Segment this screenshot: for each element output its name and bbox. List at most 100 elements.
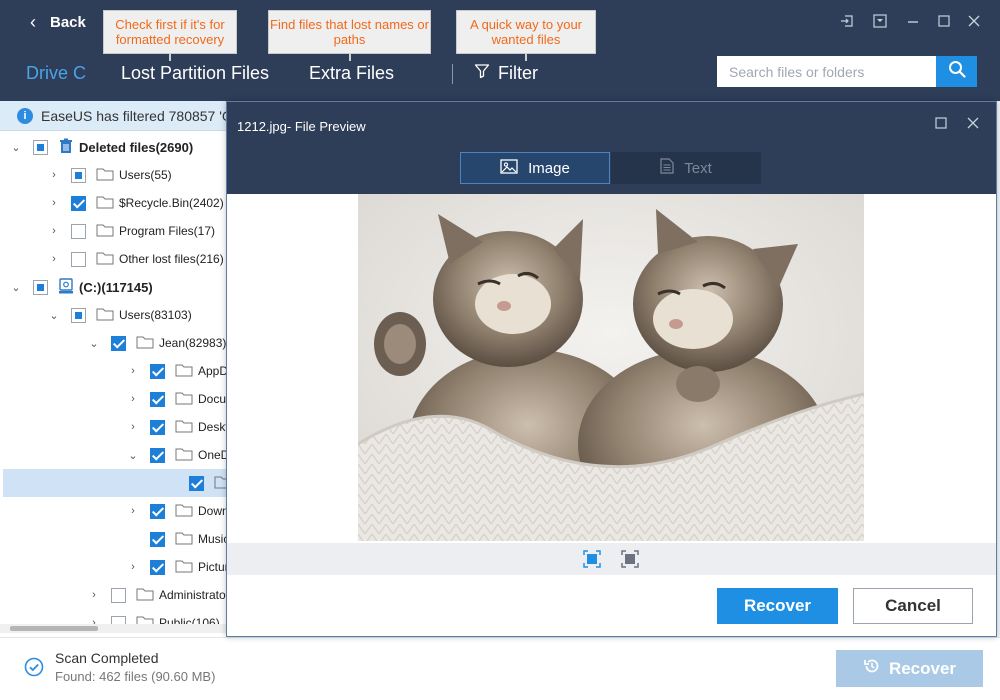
tree-row-label: Jean(82983) <box>159 336 226 350</box>
tree-row-label: Program Files(17) <box>119 224 216 238</box>
tree-checkbox[interactable] <box>150 503 165 519</box>
tree-checkbox[interactable] <box>71 223 86 239</box>
tree-checkbox[interactable] <box>150 363 165 379</box>
scrollbar-thumb[interactable] <box>10 626 98 631</box>
folder-icon <box>96 251 114 268</box>
tab-text-label: Text <box>684 159 712 177</box>
exit-icon[interactable] <box>838 14 856 31</box>
close-icon[interactable] <box>967 116 979 132</box>
folder-icon <box>96 167 114 184</box>
kittens-photo <box>358 194 864 541</box>
tree-row-drive-c[interactable]: ⌄ (C:)(117145) <box>0 273 226 301</box>
tree-row-label: (C:)(117145) <box>79 279 153 295</box>
tree-checkbox[interactable] <box>33 139 48 155</box>
tree-checkbox[interactable] <box>71 195 86 211</box>
tree-row[interactable]: › Documents <box>0 385 226 413</box>
chevron-left-icon: ‹ <box>30 12 36 32</box>
collapse-arrow-icon[interactable]: › <box>127 421 139 433</box>
tree-row[interactable]: › Downloads <box>0 497 226 525</box>
folder-icon <box>96 195 114 212</box>
folder-icon <box>175 391 193 408</box>
minimize-icon[interactable] <box>904 14 922 31</box>
search-button[interactable] <box>936 56 977 87</box>
tree-checkbox[interactable] <box>71 307 86 323</box>
scan-status-title: Scan Completed <box>55 650 159 666</box>
tree-checkbox[interactable] <box>189 475 204 491</box>
collapse-arrow-icon[interactable]: › <box>127 505 139 517</box>
tooltip-filter: A quick way to your wanted files <box>456 10 596 61</box>
tree-checkbox[interactable] <box>150 559 165 575</box>
tab-lost-partition-files[interactable]: Lost Partition Files <box>121 63 269 84</box>
tree-row-label: Other lost files(216) <box>119 252 224 266</box>
search-icon <box>948 60 966 83</box>
tree-checkbox[interactable] <box>150 419 165 435</box>
tree-checkbox[interactable] <box>150 447 165 463</box>
tree-checkbox[interactable] <box>71 167 86 183</box>
tree-row[interactable]: › Program Files(17) <box>0 217 226 245</box>
tab-text[interactable]: Text <box>611 152 761 184</box>
tab-drive-c[interactable]: Drive C <box>26 63 86 84</box>
tree-row[interactable]: ⌄ Jean(82983) <box>0 329 226 357</box>
expand-arrow-icon[interactable]: ⌄ <box>10 281 22 294</box>
tree-checkbox[interactable] <box>150 391 165 407</box>
tree-checkbox[interactable] <box>111 587 126 603</box>
dialog-titlebar: 1212.jpg- File Preview <box>227 102 996 147</box>
tree-row-label: Desktop <box>198 420 226 434</box>
filter-button[interactable]: Filter <box>474 63 538 84</box>
expand-arrow-icon[interactable]: ⌄ <box>48 309 60 322</box>
image-preview-area <box>227 194 996 543</box>
dialog-title: 1212.jpg- File Preview <box>237 119 366 134</box>
tree-row-label: AppData <box>198 364 226 378</box>
back-button[interactable]: ‹ Back <box>30 12 86 33</box>
collapse-arrow-icon[interactable]: › <box>48 169 60 181</box>
tree-row[interactable]: › Other lost files(216) <box>0 245 226 273</box>
tree-row-label: Users(83103) <box>119 308 192 322</box>
tree-checkbox[interactable] <box>71 251 86 267</box>
maximize-icon[interactable] <box>935 116 947 132</box>
close-icon[interactable] <box>965 14 983 31</box>
collapse-arrow-icon[interactable]: › <box>88 589 100 601</box>
tooltip-lost-partition: Check first if it's for formatted recove… <box>103 10 237 61</box>
filter-info-bar: i EaseUS has filtered 780857 'G <box>0 101 226 131</box>
tree-row[interactable]: › AppData <box>0 357 226 385</box>
collapse-arrow-icon[interactable]: › <box>127 365 139 377</box>
expand-arrow-icon[interactable]: ⌄ <box>88 337 100 350</box>
search-input[interactable] <box>717 56 936 87</box>
tree-checkbox[interactable] <box>33 279 48 295</box>
info-icon: i <box>17 107 33 124</box>
maximize-icon[interactable] <box>935 14 953 31</box>
expand-arrow-icon[interactable]: ⌄ <box>10 141 22 154</box>
tree-horizontal-scrollbar[interactable] <box>0 624 226 633</box>
folder-icon <box>136 335 154 352</box>
fit-to-window-icon[interactable] <box>583 550 601 568</box>
tree-row-label: Deleted files(2690) <box>79 139 194 155</box>
collapse-arrow-icon[interactable]: › <box>48 253 60 265</box>
cancel-button[interactable]: Cancel <box>853 588 973 624</box>
tree-checkbox[interactable] <box>150 531 165 547</box>
recover-button-main[interactable]: Recover <box>836 650 983 687</box>
preview-tabbar: Image Text <box>227 147 996 194</box>
tree-row[interactable]: › Desktop <box>0 413 226 441</box>
collapse-arrow-icon[interactable]: › <box>48 225 60 237</box>
collapse-arrow-icon[interactable]: › <box>127 561 139 573</box>
tree-row[interactable]: › Users(55) <box>0 161 226 189</box>
recover-button[interactable]: Recover <box>717 588 838 624</box>
tree-row[interactable]: ⌄ Users(83103) <box>0 301 226 329</box>
tree-checkbox[interactable] <box>111 335 126 351</box>
tree-row[interactable]: › Administrator <box>0 581 226 609</box>
tree-row-label: Administrator <box>159 588 226 602</box>
collapse-arrow-icon[interactable]: › <box>48 197 60 209</box>
actual-size-icon[interactable] <box>621 550 639 568</box>
tree-row-deleted-files[interactable]: ⌄ Deleted files(2690) <box>0 133 226 161</box>
collapse-arrow-icon[interactable]: › <box>127 393 139 405</box>
expand-arrow-icon[interactable]: ⌄ <box>127 449 139 462</box>
tree-row-selected[interactable] <box>3 469 226 497</box>
tab-image[interactable]: Image <box>460 152 610 184</box>
tree-row[interactable]: › Pictures <box>0 553 226 581</box>
tree-row-label: Downloads <box>198 504 226 518</box>
tree-row[interactable]: Music <box>0 525 226 553</box>
tree-row[interactable]: › $Recycle.Bin(2402) <box>0 189 226 217</box>
tab-extra-files[interactable]: Extra Files <box>309 63 394 84</box>
dropdown-icon[interactable] <box>871 14 889 31</box>
tree-row[interactable]: ⌄ OneDrive <box>0 441 226 469</box>
